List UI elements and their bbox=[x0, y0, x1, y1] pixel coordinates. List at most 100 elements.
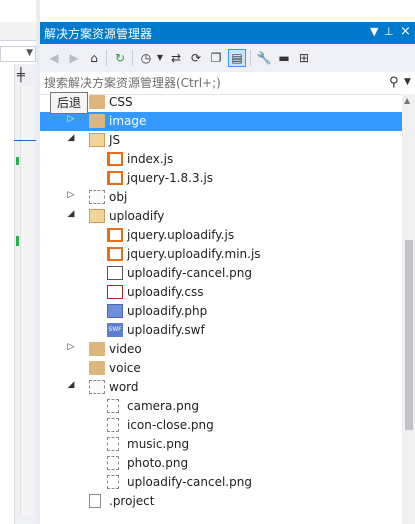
back-tooltip: 后退 bbox=[50, 92, 88, 114]
window-position-icon[interactable]: ▼ bbox=[370, 25, 378, 38]
close-icon[interactable]: × bbox=[400, 24, 411, 39]
chevron-down-icon[interactable]: ▼ bbox=[152, 50, 168, 66]
tree-item-label: voice bbox=[109, 361, 141, 375]
dotted-file-icon bbox=[107, 475, 119, 489]
collapse-arrow-icon[interactable]: ◢ bbox=[66, 380, 76, 390]
tree-item-label: index.js bbox=[127, 152, 174, 166]
refresh-icon[interactable]: ⟳ bbox=[188, 50, 204, 66]
caret-line bbox=[14, 140, 36, 141]
collapse-all-icon[interactable]: ❐ bbox=[208, 50, 224, 66]
tree-item-uploadify-cancel-png[interactable]: uploadify-cancel.png bbox=[40, 264, 402, 283]
change-marker bbox=[16, 236, 19, 246]
tree-item-music-png[interactable]: music.png bbox=[40, 435, 402, 454]
solution-tree: CSS ▷ image ◢ JS index.js jquery-1.8.3.j… bbox=[40, 94, 402, 524]
panel-title: 解决方案资源管理器 bbox=[44, 27, 153, 41]
search-input[interactable] bbox=[44, 75, 384, 91]
folder-dotted-icon bbox=[89, 380, 105, 394]
tree-item-label: jquery.uploadify.js bbox=[127, 228, 235, 242]
chevron-down-icon: ▼ bbox=[26, 48, 33, 58]
scroll-up-icon[interactable]: ▲ bbox=[404, 96, 410, 105]
tree-item-label: uploadify bbox=[109, 209, 165, 223]
editor-scrollbar[interactable] bbox=[20, 86, 33, 516]
tree-item-label: photo.png bbox=[127, 456, 189, 470]
editor-nav-dropdown[interactable]: ▼ bbox=[0, 46, 36, 62]
tree-item-word-uploadify-cancel-png[interactable]: uploadify-cancel.png bbox=[40, 473, 402, 492]
js-file-icon bbox=[107, 152, 123, 166]
preview-icon[interactable]: ▬ bbox=[276, 50, 292, 66]
folder-open-icon bbox=[89, 209, 105, 223]
tree-item-jquery-uploadify-js[interactable]: jquery.uploadify.js bbox=[40, 226, 402, 245]
toolbar-separator bbox=[132, 50, 133, 66]
scrollbar-thumb[interactable] bbox=[405, 240, 413, 430]
home-icon[interactable]: ⌂ bbox=[86, 50, 102, 66]
tree-item-uploadify[interactable]: ◢ uploadify bbox=[40, 207, 402, 226]
tree-item-jquery-uploadify-min-js[interactable]: jquery.uploadify.min.js bbox=[40, 245, 402, 264]
folder-open-icon bbox=[89, 133, 105, 147]
tree-item-uploadify-swf[interactable]: SWF uploadify.swf bbox=[40, 321, 402, 340]
folder-icon bbox=[89, 114, 105, 128]
tree-item-uploadify-php[interactable]: uploadify.php bbox=[40, 302, 402, 321]
css-file-icon bbox=[107, 285, 123, 299]
tree-item-label: icon-close.png bbox=[127, 418, 214, 432]
tree-item-label: uploadify.css bbox=[127, 285, 204, 299]
editor-tab-strip bbox=[0, 22, 36, 41]
folder-dotted-icon bbox=[89, 190, 105, 204]
collapse-arrow-icon[interactable]: ◢ bbox=[66, 133, 76, 143]
tree-item-label: JS bbox=[109, 133, 121, 147]
tree-item-label: music.png bbox=[127, 437, 190, 451]
tree-item-photo-png[interactable]: photo.png bbox=[40, 454, 402, 473]
dotted-file-icon bbox=[107, 437, 119, 451]
tree-item-label: jquery.uploadify.min.js bbox=[127, 247, 261, 261]
tree-item-label: video bbox=[109, 342, 142, 356]
expand-arrow-icon[interactable]: ▷ bbox=[66, 190, 76, 200]
expand-arrow-icon[interactable]: ▷ bbox=[66, 114, 76, 124]
folder-icon bbox=[89, 342, 105, 356]
php-file-icon bbox=[107, 304, 123, 318]
tree-item-camera-png[interactable]: camera.png bbox=[40, 397, 402, 416]
swf-file-icon: SWF bbox=[107, 323, 123, 337]
class-view-icon[interactable]: ⊞ bbox=[296, 50, 312, 66]
tree-item-image[interactable]: ▷ image bbox=[40, 112, 402, 131]
tree-item-jquery-js[interactable]: jquery-1.8.3.js bbox=[40, 169, 402, 188]
tree-item-uploadify-css[interactable]: uploadify.css bbox=[40, 283, 402, 302]
chevron-down-icon[interactable]: ▼ bbox=[404, 77, 411, 87]
tree-item-js[interactable]: ◢ JS bbox=[40, 131, 402, 150]
js-file-icon bbox=[107, 247, 123, 261]
tree-item-label: obj bbox=[109, 190, 128, 204]
js-file-icon bbox=[107, 171, 123, 185]
split-handle-icon[interactable]: ╪ bbox=[17, 68, 25, 83]
expand-arrow-icon[interactable]: ▷ bbox=[66, 342, 76, 352]
pin-icon[interactable]: ⊥ bbox=[384, 25, 394, 38]
dotted-file-icon bbox=[107, 399, 119, 413]
properties-icon[interactable]: 🔧 bbox=[256, 50, 272, 66]
tree-item-word[interactable]: ◢ word bbox=[40, 378, 402, 397]
show-all-files-icon[interactable]: ▤ bbox=[228, 49, 246, 67]
tree-item-label: uploadify.php bbox=[127, 304, 208, 318]
tree-item-index-js[interactable]: index.js bbox=[40, 150, 402, 169]
dotted-file-icon bbox=[107, 456, 119, 470]
tree-item-project[interactable]: .project bbox=[40, 492, 402, 511]
dotted-file-icon bbox=[107, 418, 119, 432]
tree-item-css[interactable]: CSS bbox=[40, 94, 402, 112]
toolbar-separator bbox=[250, 50, 251, 66]
js-file-icon bbox=[107, 228, 123, 242]
change-marker bbox=[16, 157, 19, 165]
tree-item-label: uploadify.swf bbox=[127, 323, 205, 337]
forward-icon[interactable]: ▶ bbox=[66, 50, 82, 66]
solution-explorer-panel: 解决方案资源管理器 ▼ ⊥ × ◀ ▶ ⌂ ↻ ◷ ▼ ⇄ ⟳ ❐ ▤ 🔧 ▬ … bbox=[40, 22, 415, 524]
tree-item-voice[interactable]: voice bbox=[40, 359, 402, 378]
search-bar: ⚲ ▼ bbox=[40, 72, 415, 95]
tree-item-obj[interactable]: ▷ obj bbox=[40, 188, 402, 207]
tree-item-label: image bbox=[109, 114, 147, 128]
tree-item-label: camera.png bbox=[127, 399, 199, 413]
toolbar-separator bbox=[106, 50, 107, 66]
tree-item-label: word bbox=[109, 380, 139, 394]
tree-item-label: uploadify-cancel.png bbox=[127, 266, 252, 280]
tree-item-icon-close-png[interactable]: icon-close.png bbox=[40, 416, 402, 435]
sync-icon[interactable]: ⇄ bbox=[168, 50, 184, 66]
search-icon[interactable]: ⚲ bbox=[389, 75, 399, 90]
back-icon[interactable]: ◀ bbox=[46, 50, 62, 66]
collapse-arrow-icon[interactable]: ◢ bbox=[66, 209, 76, 219]
tree-item-video[interactable]: ▷ video bbox=[40, 340, 402, 359]
pending-changes-icon[interactable]: ↻ bbox=[112, 50, 128, 66]
